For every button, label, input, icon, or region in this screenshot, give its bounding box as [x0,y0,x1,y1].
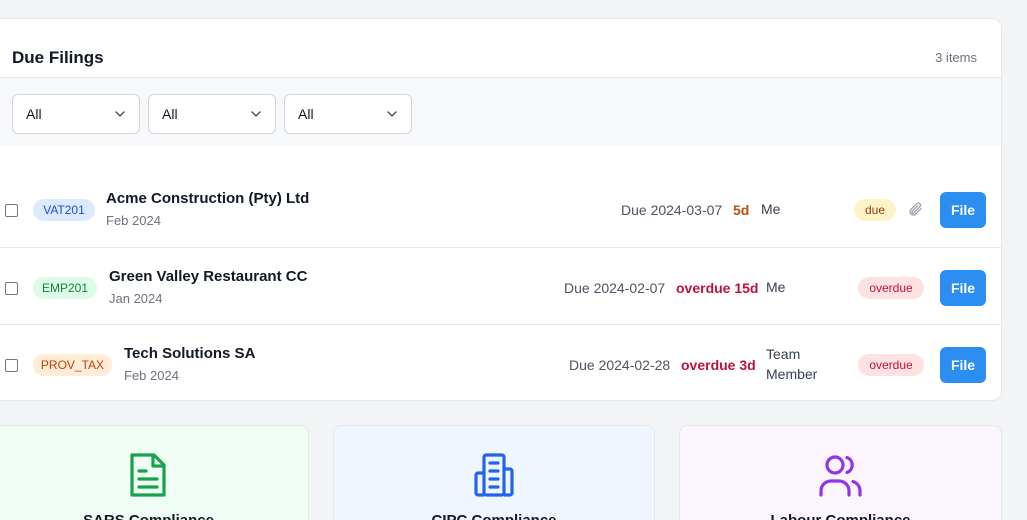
days-remaining: overdue 3d [681,357,756,373]
tile-label: CIPC Compliance [334,512,654,520]
panel-header: Due Filings 3 items [0,19,1001,78]
client-name: Acme Construction (Pty) Ltd [106,190,310,207]
status-badge: due [854,199,896,221]
filter-select-3[interactable]: All [284,94,412,134]
row-checkbox[interactable] [5,204,18,217]
panel-title: Due Filings [12,48,104,67]
row-checkbox[interactable] [5,282,18,295]
file-button[interactable]: File [940,270,986,306]
filter-select-value: All [162,106,178,122]
sars-compliance-tile[interactable]: SARS Compliance [0,425,309,520]
days-remaining: 5d [733,202,750,218]
filing-period: Feb 2024 [106,213,161,228]
due-filings-panel: Due Filings 3 items All All All VAT201 A… [0,18,1002,401]
users-icon [819,455,862,497]
chevron-down-icon [115,111,125,117]
assignee: Team Member [766,344,817,384]
client-name: Tech Solutions SA [124,345,256,362]
item-count: 3 items [935,50,977,65]
days-remaining: overdue 15d [676,280,759,296]
assignee: Me [761,201,781,217]
document-icon [130,453,166,497]
filter-select-2[interactable]: All [148,94,276,134]
tile-label: Labour Compliance [680,512,1001,520]
filter-select-value: All [26,106,42,122]
chevron-down-icon [387,111,397,117]
chevron-down-icon [251,111,261,117]
filter-select-1[interactable]: All [12,94,140,134]
due-date: Due 2024-02-07 [564,280,666,296]
filing-type-badge: EMP201 [33,277,97,299]
paperclip-icon[interactable] [907,201,923,217]
row-checkbox[interactable] [5,359,18,372]
filing-row: EMP201 Green Valley Restaurant CC Jan 20… [0,247,1001,324]
filing-type-badge: PROV_TAX [33,354,112,376]
labour-compliance-tile[interactable]: Labour Compliance [679,425,1002,520]
filing-row: VAT201 Acme Construction (Pty) Ltd Feb 2… [0,170,1001,247]
due-date: Due 2024-02-28 [569,357,671,373]
filing-period: Jan 2024 [109,291,163,306]
tile-label: SARS Compliance [0,512,308,520]
client-name: Green Valley Restaurant CC [109,268,308,285]
status-badge: overdue [858,354,924,376]
filing-type-badge: VAT201 [33,199,95,221]
cipc-compliance-tile[interactable]: CIPC Compliance [333,425,655,520]
file-button[interactable]: File [940,192,986,228]
filing-period: Feb 2024 [124,368,179,383]
assignee: Me [766,279,786,295]
status-badge: overdue [858,277,924,299]
filter-bar: All All All [0,78,1001,146]
filter-select-value: All [298,106,314,122]
file-button[interactable]: File [940,347,986,383]
due-date: Due 2024-03-07 [621,202,723,218]
assignee-line: Team [766,346,801,362]
filing-row: PROV_TAX Tech Solutions SA Feb 2024 Due … [0,324,1001,400]
building-icon [474,453,514,497]
assignee-line: Member [766,366,818,382]
